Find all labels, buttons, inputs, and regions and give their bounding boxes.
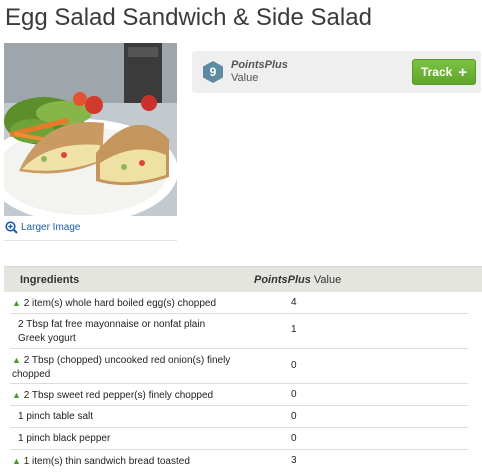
- triangle-up-icon: ▲: [12, 355, 21, 365]
- track-label: Track: [420, 65, 453, 79]
- ingredients-table: Ingredients PointsPlus Value ▲ 2 item(s)…: [4, 266, 482, 472]
- ingredient-row: ▲ 2 item(s) whole hard boiled egg(s) cho…: [10, 292, 468, 314]
- ingredient-points: 0: [291, 389, 297, 400]
- points-label: PointsPlus Value: [231, 59, 288, 85]
- larger-image-link[interactable]: Larger Image: [5, 221, 80, 234]
- ingredient-row: ▲ 2 Tbsp sweet red pepper(s) finely chop…: [10, 384, 468, 406]
- ingredient-row: 1 pinch black pepper 0: [10, 428, 468, 450]
- triangle-up-icon: ▲: [12, 298, 21, 308]
- triangle-up-icon: ▲: [12, 390, 21, 400]
- ingredients-header-name: Ingredients: [20, 274, 80, 286]
- ingredients-header: Ingredients PointsPlus Value: [4, 266, 482, 292]
- triangle-up-icon: ▲: [12, 456, 21, 466]
- ingredient-points: 4: [291, 297, 297, 308]
- ingredient-row: 1 pinch table salt 0: [10, 406, 468, 428]
- ingredient-row: ▲ 2 Tbsp (chopped) uncooked red onion(s)…: [10, 349, 468, 384]
- ingredient-points: 0: [291, 411, 297, 422]
- ingredient-name: 2 Tbsp fat free mayonnaise or nonfat pla…: [18, 319, 206, 344]
- image-divider: [4, 240, 177, 241]
- ingredient-name[interactable]: ▲ 1 item(s) thin sandwich bread toasted: [12, 454, 252, 469]
- ingredient-name: 1 pinch black pepper: [18, 433, 111, 444]
- recipe-photo[interactable]: [4, 43, 177, 216]
- ingredient-points: 0: [291, 360, 297, 371]
- ingredient-points: 3: [291, 455, 297, 466]
- points-suffix: Value: [231, 72, 259, 84]
- points-panel: 9 PointsPlus Value Track +: [192, 51, 481, 93]
- page-title: Egg Salad Sandwich & Side Salad: [5, 4, 372, 31]
- ingredient-points: 1: [291, 324, 297, 335]
- track-button[interactable]: Track +: [412, 59, 476, 85]
- zoom-in-icon: [5, 221, 18, 234]
- points-value: 9: [209, 65, 217, 79]
- points-badge: 9: [201, 60, 225, 84]
- plus-icon: +: [458, 63, 468, 81]
- points-brand: PointsPlus: [231, 59, 288, 71]
- ingredients-header-points: PointsPlus Value: [254, 274, 342, 286]
- ingredient-name[interactable]: ▲ 2 Tbsp sweet red pepper(s) finely chop…: [12, 388, 252, 403]
- ingredient-name[interactable]: ▲ 2 item(s) whole hard boiled egg(s) cho…: [12, 296, 252, 311]
- ingredient-name[interactable]: ▲ 2 Tbsp (chopped) uncooked red onion(s)…: [12, 353, 237, 382]
- ingredient-row: 2 Tbsp fat free mayonnaise or nonfat pla…: [10, 314, 468, 349]
- recipe-photo-illustration: [4, 43, 177, 216]
- ingredient-points: 0: [291, 433, 297, 444]
- ingredient-name: 1 pinch table salt: [18, 411, 94, 422]
- larger-image-label: Larger Image: [21, 222, 81, 233]
- ingredient-row: ▲ 1 item(s) thin sandwich bread toasted …: [10, 450, 468, 472]
